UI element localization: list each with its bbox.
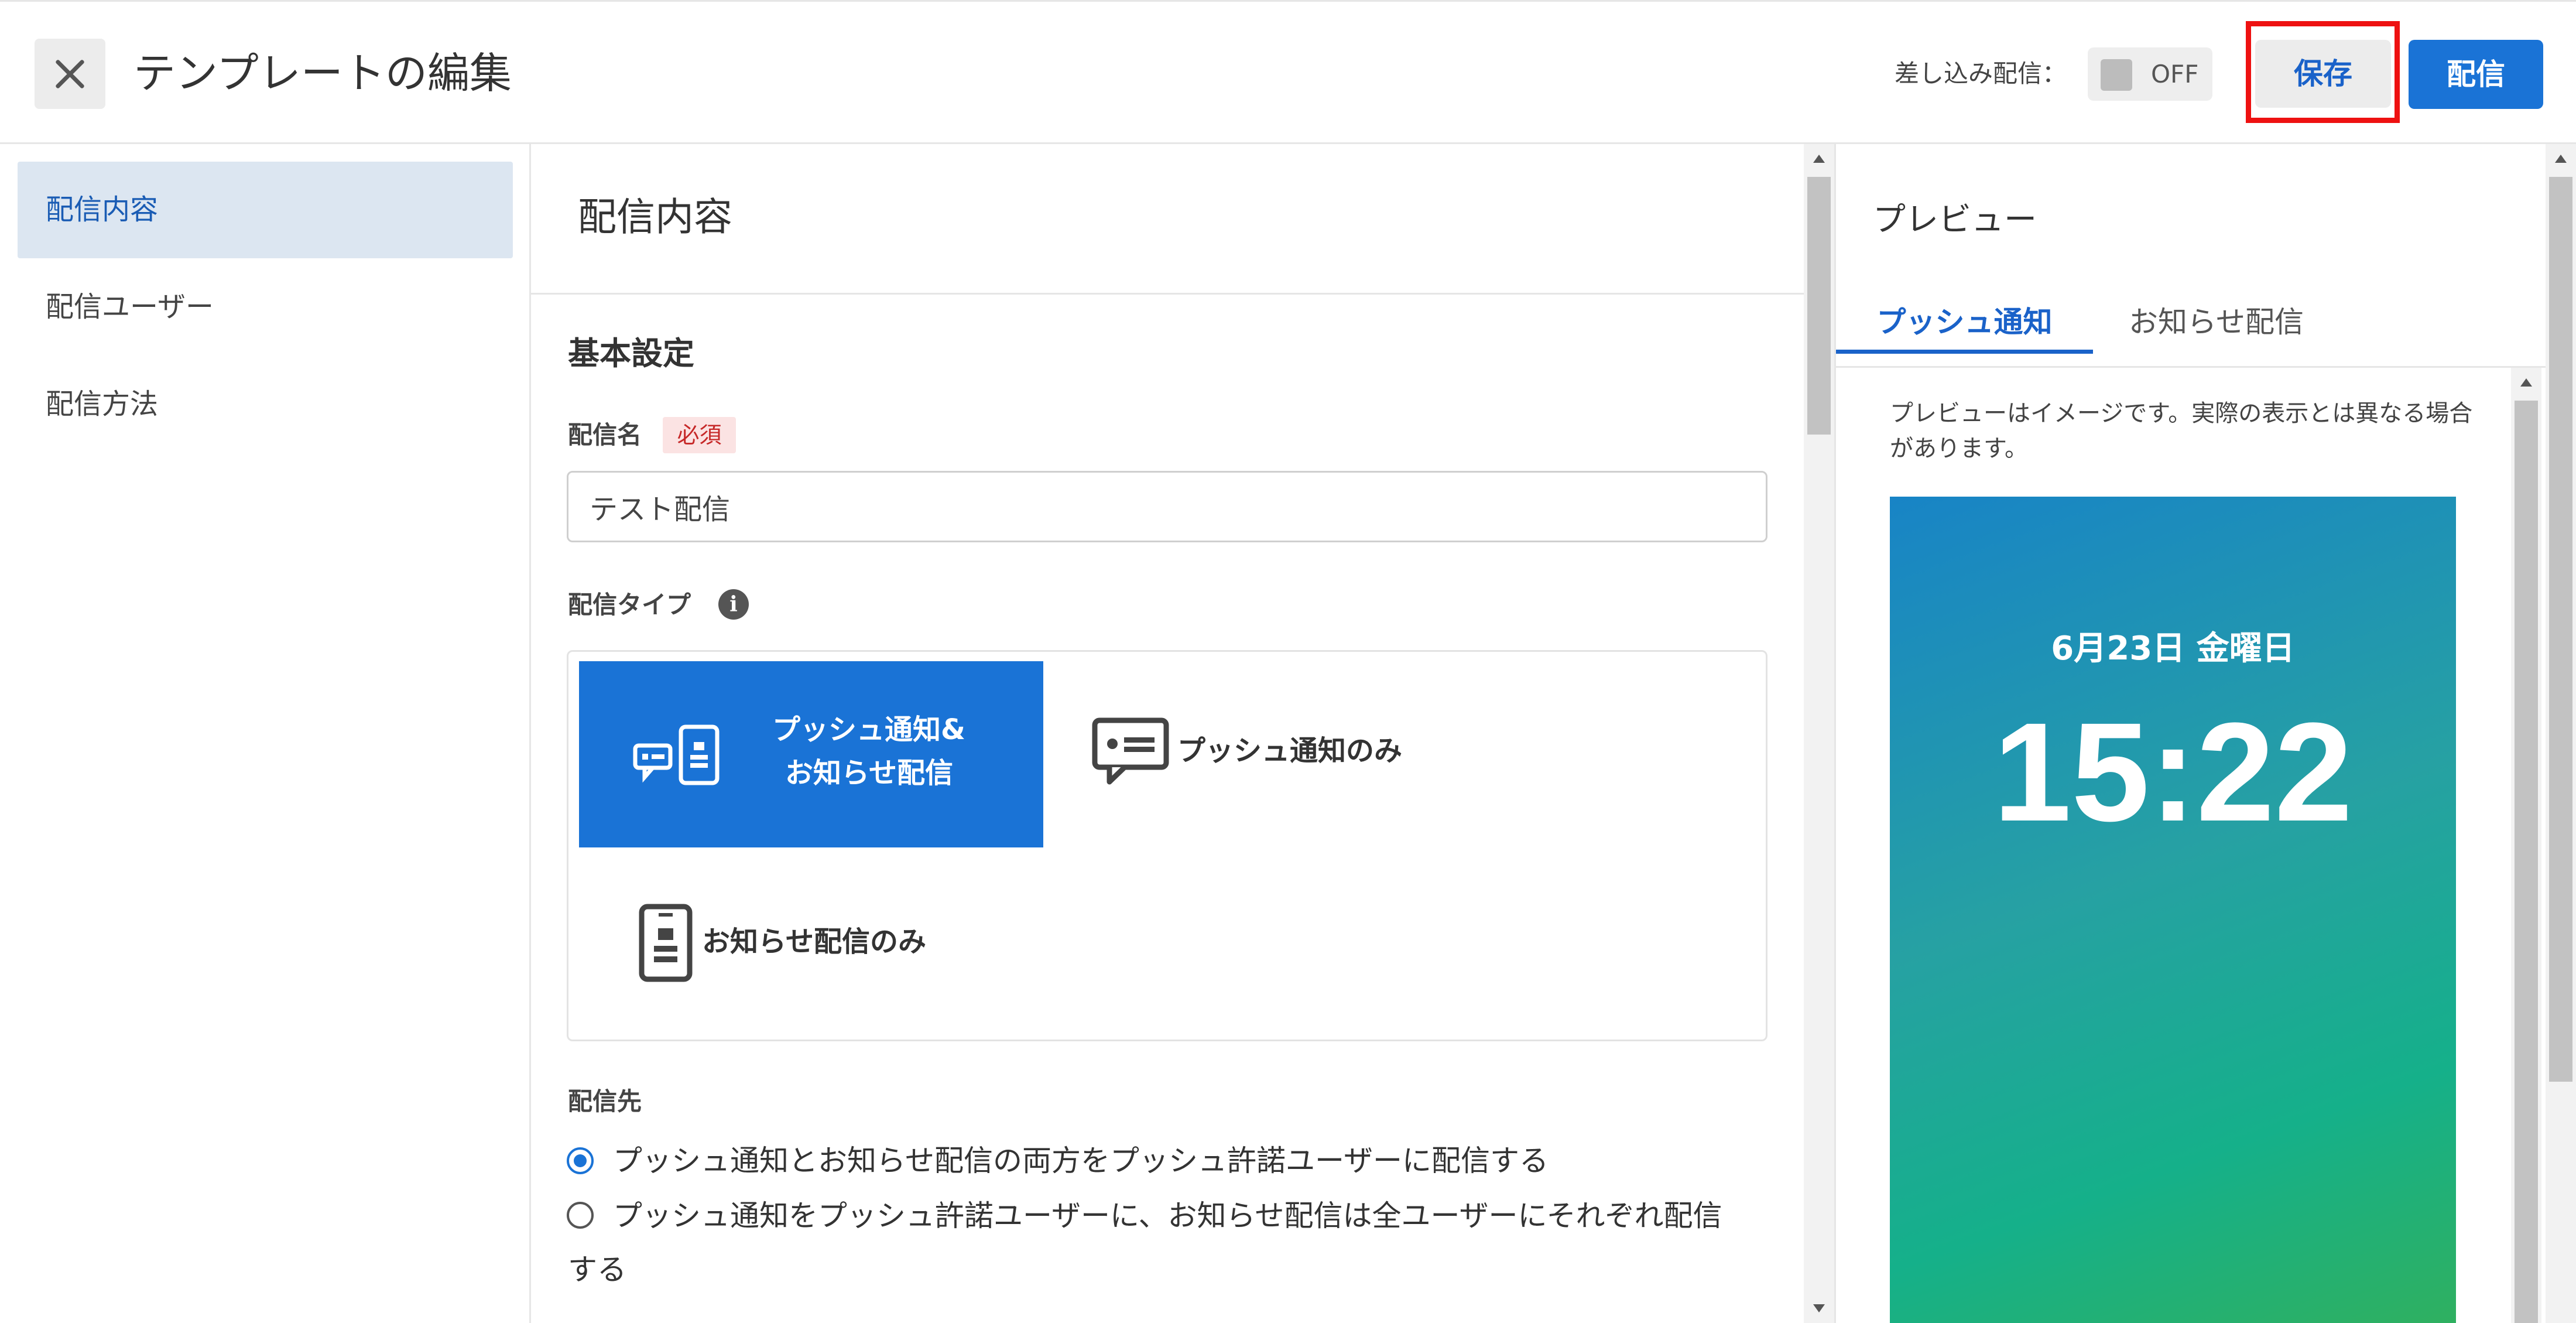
delivery-name-input[interactable] [567,471,1767,542]
type-option-notice-only[interactable]: お知らせ配信のみ [627,898,1037,986]
type-option-push-and-notice[interactable]: プッシュ通知& お知らせ配信 [579,661,1043,847]
delivery-type-label: 配信タイプ [568,590,691,619]
sidebar-item-users[interactable]: 配信ユーザー [18,259,513,355]
phone-date: 6月23日 金曜日 [2051,630,2295,668]
scroll-down-arrow-icon[interactable] [1813,1304,1825,1312]
push-notification-icon [1092,717,1169,785]
phone-time: 15:22 [1993,693,2353,850]
delivery-type-options: プッシュ通知& お知らせ配信 プッシュ通知のみ お知らせ配信のみ [567,650,1767,1041]
scroll-up-arrow-icon[interactable] [1813,155,1825,163]
type-option-notice-only-label: お知らせ配信のみ [702,925,927,958]
toggle-state-text: OFF [2151,60,2199,88]
destination-radio-both-label: プッシュ通知とお知らせ配信の両方をプッシュ許諾ユーザーに配信する [613,1144,1549,1178]
page-scroll-up-arrow-icon[interactable] [2555,155,2567,163]
section-divider [531,293,1804,295]
main-content: 配信内容 基本設定 配信名 必須 配信タイプ i プッシュ通知& お知らせ配信 [531,144,1804,1323]
push-and-notice-icon [633,724,720,785]
toggle-knob [2101,59,2132,91]
destination-radio-both[interactable] [567,1147,594,1174]
save-button[interactable]: 保存 [2255,40,2391,108]
merge-delivery-toggle[interactable]: OFF [2088,47,2212,101]
type-option-push-and-notice-line2: お知らせ配信 [785,757,954,789]
type-option-push-only-label: プッシュ通知のみ [1177,734,1403,767]
main-scrollbar[interactable] [1804,144,1834,1323]
preview-title: プレビュー [1873,201,2037,239]
tab-notice-delivery[interactable]: お知らせ配信 [2129,290,2304,354]
destination-label: 配信先 [568,1087,642,1116]
preview-scrollbar[interactable] [2511,368,2541,1323]
page-title: テンプレートの編集 [133,49,512,98]
info-icon[interactable]: i [718,589,749,620]
preview-panel: プレビュー プッシュ通知 お知らせ配信 プレビューはイメージです。実際の表示とは… [1834,144,2547,1323]
page-scroll-thumb[interactable] [2549,177,2572,1082]
required-badge: 必須 [663,417,736,453]
send-button[interactable]: 配信 [2409,40,2543,109]
tab-divider [1836,366,2547,368]
preview-scroll-up-arrow-icon[interactable] [2520,378,2532,387]
preview-note: プレビューはイメージです。実際の表示とは異なる場合があります。 [1890,400,2473,462]
page-scrollbar[interactable] [2546,144,2576,1323]
phone-notice-icon [639,904,693,982]
delivery-name-label: 配信名 [568,421,642,449]
phone-lockscreen-preview: 6月23日 金曜日 15:22 [1890,497,2456,1323]
close-button[interactable] [35,39,105,109]
merge-delivery-label: 差し込み配信： [1895,59,2067,88]
preview-scroll-thumb[interactable] [2515,401,2538,1323]
tab-push-notification[interactable]: プッシュ通知 [1836,290,2093,354]
section-title: 配信内容 [578,194,732,240]
destination-radio-split-label: プッシュ通知をプッシュ許諾ユーザーに、お知らせ配信は全ユーザーにそれぞれ配信する [568,1199,1722,1287]
header-bar: テンプレートの編集 差し込み配信： OFF 保存 配信 [0,0,2576,144]
main-scroll-thumb[interactable] [1807,177,1831,435]
sidebar-nav: 配信内容 配信ユーザー 配信方法 [0,144,531,1323]
type-option-push-and-notice-line1: プッシュ通知& [772,713,965,746]
sidebar-item-content[interactable]: 配信内容 [18,162,513,258]
type-option-push-only[interactable]: プッシュ通知のみ [1084,710,1493,792]
sidebar-item-method[interactable]: 配信方法 [18,356,513,453]
basic-settings-heading: 基本設定 [568,335,694,372]
